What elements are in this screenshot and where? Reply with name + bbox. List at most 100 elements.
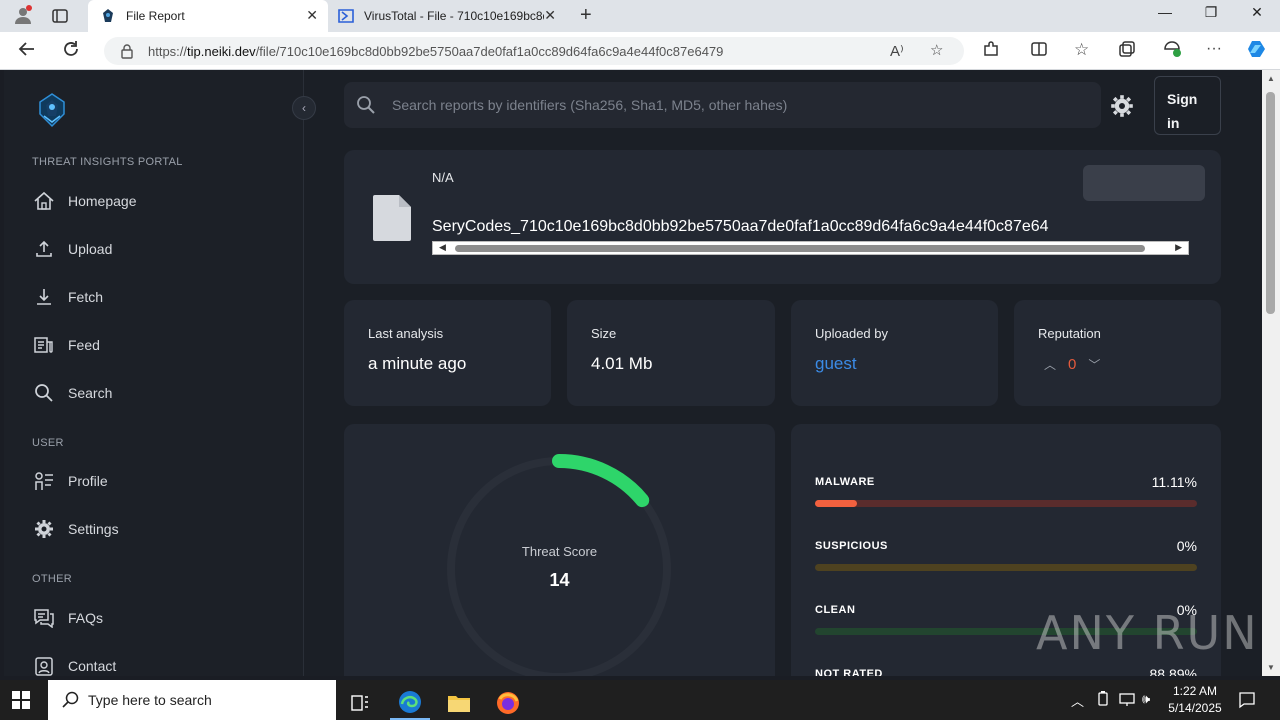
faq-icon — [32, 606, 56, 630]
page-scrollbar[interactable]: ▲ ▼ — [1262, 70, 1280, 676]
more-options-icon[interactable]: ··· — [1206, 40, 1222, 58]
file-name: SeryCodes_710c10e169bc8d0bb92be5750aa7de… — [432, 218, 1049, 235]
report-search-input[interactable]: Search reports by identifiers (Sha256, S… — [344, 82, 1101, 128]
minimize-icon[interactable]: — — [1142, 4, 1188, 20]
notifications-icon[interactable] — [1238, 691, 1256, 712]
scrollbar-thumb[interactable] — [1266, 92, 1275, 314]
sidebar-item-settings[interactable]: Settings — [32, 517, 119, 541]
neiki-logo-icon[interactable] — [34, 92, 70, 128]
sidebar-item-search[interactable]: Search — [32, 381, 112, 405]
tab-virustotal[interactable]: VirusTotal - File - 710c10e169bc8d ✕ — [330, 0, 566, 32]
sidebar-item-homepage[interactable]: Homepage — [32, 189, 137, 213]
reputation-card: Reputation ︿ 0 ﹀ — [1014, 300, 1221, 406]
system-clock[interactable]: 1:22 AM 5/14/2025 — [1160, 683, 1230, 717]
virustotal-favicon-icon — [338, 8, 354, 24]
windows-start-icon[interactable] — [12, 691, 30, 714]
last-analysis-card: Last analysis a minute ago — [344, 300, 551, 406]
uploader-link[interactable]: guest — [815, 354, 857, 374]
downvote-chevron-down-icon[interactable]: ﹀ — [1088, 356, 1100, 373]
sidebar-item-faqs[interactable]: FAQs — [32, 606, 103, 630]
threat-score-card: Threat Score 14 — [344, 424, 775, 676]
tab-close-icon[interactable]: ✕ — [544, 7, 556, 24]
refresh-icon[interactable] — [62, 40, 80, 63]
sidebar-item-contact[interactable]: Contact — [32, 654, 116, 676]
search-placeholder: Search reports by identifiers (Sha256, S… — [392, 97, 788, 113]
contact-icon — [32, 654, 56, 676]
edge-browser-icon[interactable] — [390, 686, 430, 720]
profile-icon[interactable] — [14, 5, 32, 28]
browser-essentials-icon[interactable] — [1162, 40, 1182, 62]
favorite-star-icon[interactable]: ☆ — [930, 41, 943, 59]
filename-scrollbar[interactable]: ◀ ▶ — [432, 241, 1189, 255]
volume-icon[interactable]: 🕪 — [1142, 691, 1150, 707]
sign-in-button[interactable]: Sign in — [1154, 76, 1221, 135]
sidebar-item-fetch[interactable]: Fetch — [32, 285, 103, 309]
category-bar — [815, 564, 1197, 571]
network-icon[interactable] — [1118, 691, 1136, 710]
search-icon — [32, 381, 56, 405]
action-button-loading[interactable] — [1083, 165, 1205, 201]
feed-icon — [32, 333, 56, 357]
file-icon — [371, 193, 413, 248]
tab-title: VirusTotal - File - 710c10e169bc8d — [364, 9, 544, 23]
lock-icon[interactable] — [120, 43, 134, 62]
settings-gear-icon[interactable] — [1110, 94, 1134, 123]
tab-title: File Report — [126, 9, 185, 23]
copilot-icon[interactable] — [1246, 38, 1268, 64]
category-name: CLEAN — [815, 604, 856, 616]
file-info-card: N/A SeryCodes_710c10e169bc8d0bb92be5750a… — [344, 150, 1221, 284]
gauge-arc — [552, 454, 650, 508]
stat-value: a minute ago — [368, 354, 467, 373]
url-bar[interactable]: https://tip.neiki.dev/file/710c10e169bc8… — [104, 37, 964, 65]
close-window-icon[interactable]: ✕ — [1234, 4, 1280, 21]
back-icon[interactable] — [18, 40, 36, 63]
url-host: tip.neiki.dev — [187, 43, 256, 59]
sign-in-line2: in — [1167, 115, 1180, 131]
firefox-icon[interactable] — [488, 686, 528, 720]
uploaded-by-card: Uploaded by guest — [791, 300, 998, 406]
task-view-icon[interactable] — [340, 686, 380, 720]
scroll-up-icon[interactable]: ▲ — [1267, 74, 1275, 83]
favorites-icon[interactable]: ☆ — [1074, 40, 1089, 60]
category-percent: 0% — [1176, 538, 1197, 554]
collections-icon[interactable] — [1118, 40, 1136, 62]
tab-file-report[interactable]: File Report ✕ — [88, 0, 328, 32]
maximize-icon[interactable]: ❐ — [1188, 4, 1234, 21]
extensions-icon[interactable] — [982, 40, 1000, 62]
category-name: MALWARE — [815, 476, 875, 488]
category-percent: 11.11% — [1151, 474, 1197, 490]
reputation-control: ︿ 0 ﹀ — [1038, 356, 1112, 373]
url-scheme: https:// — [148, 43, 188, 59]
battery-icon[interactable] — [1096, 691, 1110, 710]
app-window: ‹ THREAT INSIGHTS PORTAL Homepage Upload… — [4, 70, 1260, 676]
stat-label: Last analysis — [368, 326, 444, 341]
profile-list-icon — [32, 469, 56, 493]
read-aloud-icon[interactable]: A⁾ — [890, 42, 904, 60]
new-tab-icon[interactable]: + — [580, 4, 592, 27]
threat-score-value: 14 — [549, 570, 570, 590]
size-card: Size 4.01 Mb — [567, 300, 775, 406]
tab-close-icon[interactable]: ✕ — [306, 7, 318, 24]
upvote-chevron-up-icon[interactable]: ︿ — [1044, 356, 1056, 373]
search-icon — [356, 95, 376, 118]
sidebar-item-feed[interactable]: Feed — [32, 333, 100, 357]
main-content: Search reports by identifiers (Sha256, S… — [304, 70, 1260, 676]
file-explorer-icon[interactable] — [439, 686, 479, 720]
sidebar-item-upload[interactable]: Upload — [32, 237, 112, 261]
scroll-right-icon[interactable]: ▶ — [1175, 242, 1182, 253]
scroll-down-icon[interactable]: ▼ — [1267, 663, 1275, 672]
scrollbar-thumb[interactable] — [455, 245, 1145, 252]
taskbar-search-input[interactable]: Type here to search — [48, 680, 336, 720]
tab-actions-icon[interactable] — [52, 8, 68, 27]
gear-icon — [32, 517, 56, 541]
sidebar-item-label: Profile — [68, 473, 108, 489]
sidebar-item-profile[interactable]: Profile — [32, 469, 108, 493]
upload-icon — [32, 237, 56, 261]
section-title-user: USER — [32, 437, 64, 449]
category-percent: 88.89% — [1149, 666, 1197, 676]
tray-chevron-up-icon[interactable]: ︿ — [1071, 691, 1084, 710]
scroll-left-icon[interactable]: ◀ — [439, 242, 446, 253]
split-screen-icon[interactable] — [1030, 40, 1048, 62]
windows-taskbar: Type here to search ︿ 🕪 1:22 AM 5/14/202… — [0, 680, 1280, 720]
stat-label: Uploaded by — [815, 326, 888, 341]
